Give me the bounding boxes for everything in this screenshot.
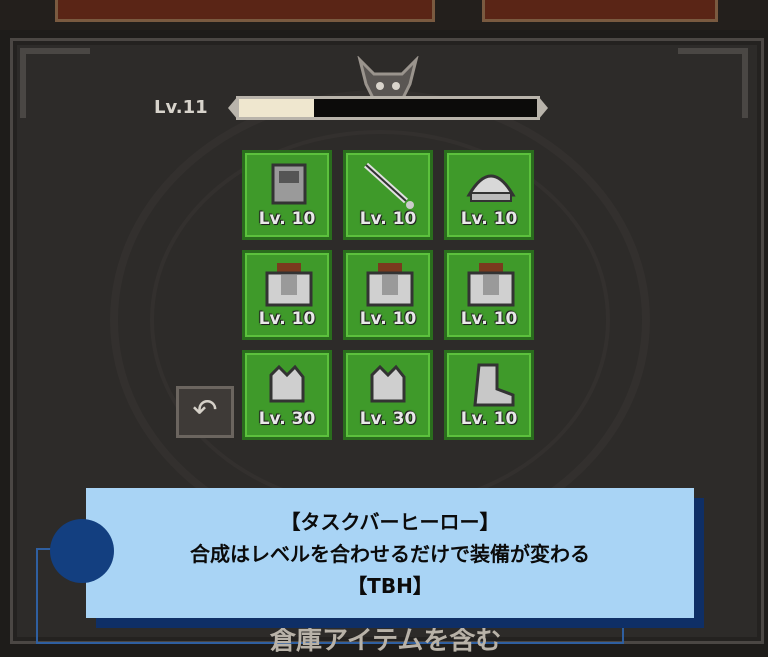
equipment-slot[interactable]: Lv. 10 <box>242 250 332 340</box>
caption-banner: 【タスクバーヒーロー】 合成はレベルを合わせるだけで装備が変わる 【TBH】 <box>86 488 694 618</box>
equipment-slot[interactable]: Lv. 10 <box>343 150 433 240</box>
caption-line-3: 【TBH】 <box>347 574 433 598</box>
equipment-slot[interactable]: Lv. 10 <box>444 350 534 440</box>
caption-line-2: 合成はレベルを合わせるだけで装備が変わる <box>190 542 590 566</box>
player-level-label: Lv.11 <box>154 97 208 118</box>
equipment-level-label: Lv. 10 <box>460 309 518 329</box>
caption-decor-dot <box>50 519 114 583</box>
equipment-level-label: Lv. 10 <box>359 209 417 229</box>
xp-bar-fill <box>239 99 314 117</box>
xp-bar-right-cap <box>538 96 548 120</box>
equipment-level-label: Lv. 10 <box>460 409 518 429</box>
top-strip <box>0 0 768 30</box>
equipment-slot[interactable]: Lv. 10 <box>343 250 433 340</box>
equipment-level-label: Lv. 10 <box>258 309 316 329</box>
equipment-level-label: Lv. 10 <box>460 209 518 229</box>
equipment-slot[interactable]: Lv. 30 <box>343 350 433 440</box>
back-button[interactable]: ↶ <box>176 386 234 438</box>
top-tab-left[interactable] <box>55 0 435 22</box>
equipment-level-label: Lv. 10 <box>359 309 417 329</box>
equipment-level-label: Lv. 30 <box>359 409 417 429</box>
corner-ornament-right <box>678 48 748 118</box>
xp-bar <box>236 96 540 120</box>
back-arrow-icon: ↶ <box>192 393 218 428</box>
top-tab-right[interactable] <box>482 0 718 22</box>
equipment-level-label: Lv. 10 <box>258 209 316 229</box>
corner-ornament-left <box>20 48 90 118</box>
equipment-slot[interactable]: Lv. 10 <box>444 150 534 240</box>
caption-line-1: 【タスクバーヒーロー】 <box>280 510 500 534</box>
equipment-slot[interactable]: Lv. 30 <box>242 350 332 440</box>
equipment-slot[interactable]: Lv. 10 <box>242 150 332 240</box>
equipment-slot[interactable]: Lv. 10 <box>444 250 534 340</box>
equipment-level-label: Lv. 30 <box>258 409 316 429</box>
